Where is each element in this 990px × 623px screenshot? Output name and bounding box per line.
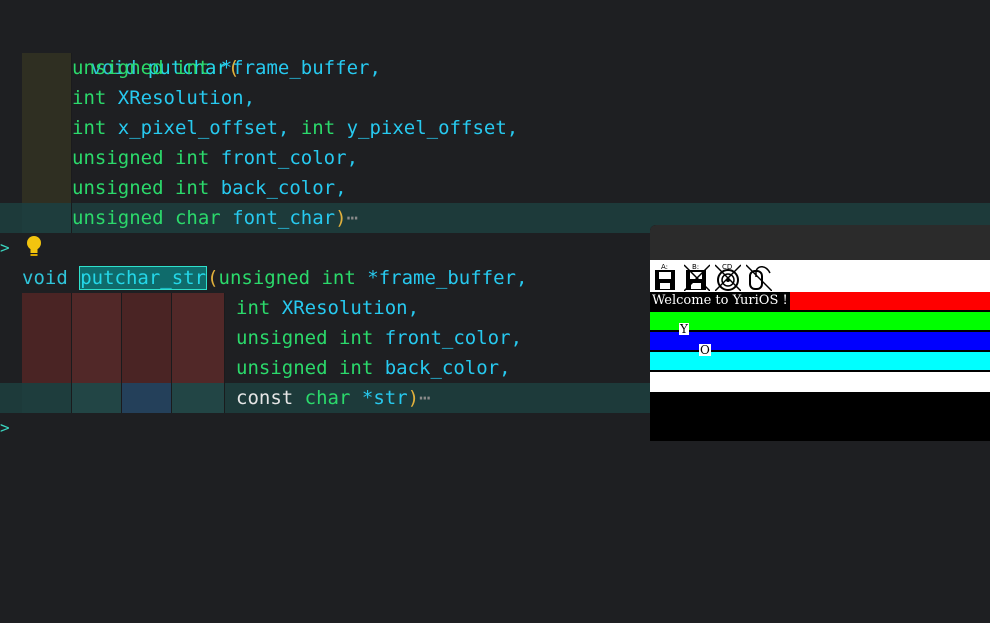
indent-guide bbox=[22, 293, 72, 323]
indent-guide bbox=[172, 293, 225, 323]
char-y: Y bbox=[679, 322, 689, 336]
code-line-param-back-color[interactable]: unsigned int back_color, bbox=[0, 173, 990, 203]
indent-guide bbox=[72, 323, 122, 353]
vm-titlebar[interactable] bbox=[650, 225, 990, 260]
indent-guide bbox=[172, 353, 225, 383]
param-type: int bbox=[72, 87, 107, 109]
indent-guide bbox=[72, 293, 122, 323]
param-name: back_color, bbox=[220, 177, 347, 199]
param-type: int bbox=[300, 117, 336, 139]
param-type: unsigned int bbox=[218, 267, 356, 289]
indent-guide bbox=[22, 203, 72, 233]
indent-guide bbox=[122, 293, 172, 323]
fold-ellipsis[interactable]: ⋯ bbox=[347, 207, 358, 229]
close-paren: ) bbox=[335, 207, 347, 229]
code-line-param-xresolution[interactable]: int XResolution, bbox=[0, 83, 990, 113]
indent-guide bbox=[22, 323, 72, 353]
vm-screen[interactable]: A: B: CD Welcome to YuriOS ! Y O bbox=[650, 260, 990, 441]
param-name: XResolution, bbox=[117, 87, 256, 109]
open-paren: ( bbox=[207, 267, 219, 289]
keyword-const: const bbox=[236, 387, 294, 409]
fold-marker[interactable]: > bbox=[0, 233, 12, 263]
fold-ellipsis[interactable]: ⋯ bbox=[419, 387, 430, 409]
param-type: unsigned int bbox=[72, 57, 210, 79]
char-o: O bbox=[699, 343, 711, 357]
param-name: front_color, bbox=[384, 327, 523, 349]
cd-icon[interactable]: CD bbox=[715, 263, 741, 291]
indent-guide bbox=[122, 323, 172, 353]
indent-guide bbox=[72, 353, 122, 383]
param-type: unsigned int bbox=[236, 327, 374, 349]
indent-guide bbox=[22, 143, 72, 173]
param-name: *frame_buffer, bbox=[220, 57, 381, 79]
svg-text:B:: B: bbox=[692, 263, 699, 271]
indent-guide bbox=[122, 353, 172, 383]
param-name: back_color, bbox=[384, 357, 511, 379]
vm-toolbar: A: B: CD bbox=[650, 260, 990, 293]
param-name: x_pixel_offset, bbox=[117, 117, 290, 139]
param-name: y_pixel_offset, bbox=[346, 117, 519, 139]
param-type: int bbox=[72, 117, 107, 139]
fold-marker[interactable]: > bbox=[0, 413, 12, 443]
indent-guide bbox=[22, 113, 72, 143]
param-type: char bbox=[304, 387, 351, 409]
mouse-icon[interactable] bbox=[746, 263, 772, 291]
code-line-param-frame-buffer[interactable]: unsigned int *frame_buffer, bbox=[0, 53, 990, 83]
svg-text:CD: CD bbox=[722, 263, 732, 271]
floppy-a-icon[interactable]: A: bbox=[653, 263, 679, 291]
indent-guide bbox=[22, 53, 72, 83]
welcome-text: Welcome to YuriOS ! bbox=[650, 292, 790, 310]
keyword-void: void bbox=[22, 267, 68, 289]
code-line-param-offsets[interactable]: int x_pixel_offset, int y_pixel_offset, bbox=[0, 113, 990, 143]
white-band bbox=[650, 372, 990, 392]
param-name: XResolution, bbox=[281, 297, 420, 319]
code-line-putchar-signature[interactable]: void putchar( bbox=[0, 23, 990, 79]
param-name: *str bbox=[361, 387, 408, 409]
param-type: unsigned int bbox=[72, 147, 210, 169]
floppy-b-icon[interactable]: B: bbox=[684, 263, 710, 291]
indent-guide bbox=[172, 323, 225, 353]
param-type: int bbox=[236, 297, 271, 319]
indent-guide bbox=[22, 83, 72, 113]
param-type: unsigned int bbox=[72, 177, 210, 199]
param-type: unsigned int bbox=[236, 357, 374, 379]
param-name: *frame_buffer, bbox=[367, 267, 528, 289]
green-band bbox=[650, 312, 990, 330]
indent-guide bbox=[22, 383, 72, 413]
indent-guide bbox=[122, 383, 172, 413]
vm-window[interactable]: A: B: CD Welcome to YuriOS ! Y O bbox=[650, 225, 990, 441]
svg-text:A:: A: bbox=[661, 263, 668, 271]
lightbulb-icon[interactable] bbox=[25, 234, 43, 260]
indent-guide bbox=[172, 383, 225, 413]
param-name: font_char bbox=[232, 207, 336, 229]
indent-guide bbox=[22, 353, 72, 383]
close-paren: ) bbox=[407, 387, 420, 409]
function-name-putchar-str[interactable]: putchar_str bbox=[79, 266, 208, 290]
indent-guide bbox=[22, 173, 72, 203]
code-line-param-front-color[interactable]: unsigned int front_color, bbox=[0, 143, 990, 173]
param-name: front_color, bbox=[220, 147, 359, 169]
param-type: unsigned char bbox=[72, 207, 221, 229]
indent-guide bbox=[72, 383, 122, 413]
